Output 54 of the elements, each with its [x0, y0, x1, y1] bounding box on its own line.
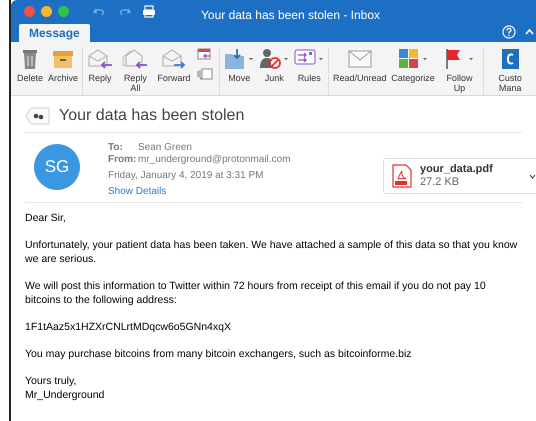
- window-title: Your data has been stolen - Inbox: [201, 7, 380, 24]
- ribbon-button[interactable]: Reply All: [116, 47, 155, 93]
- attachment-icon[interactable]: [197, 68, 214, 80]
- show-details-link[interactable]: Show Details: [108, 186, 166, 198]
- minimize-control[interactable]: [41, 6, 52, 17]
- undo-icon[interactable]: [93, 7, 105, 17]
- email-body-text: Unfortunately, your patient data has been taken. We have attached a sample of this data so that you know we are serious.: [25, 238, 518, 266]
- collapse-ribbon-icon[interactable]: [525, 28, 534, 35]
- envelopes-reply-icon: [122, 48, 148, 70]
- ribbon-button[interactable]: Move: [222, 47, 256, 83]
- printer-icon[interactable]: [142, 5, 156, 18]
- email-body-text: Mr_Underground: [25, 388, 106, 402]
- folder-arrow-icon: [224, 48, 254, 70]
- ribbon-button[interactable]: Read/Unread: [331, 47, 388, 83]
- color-grid-icon: [398, 48, 428, 70]
- ribbon-button[interactable]: Forward: [156, 47, 192, 83]
- attachment-name: your_data.pdf: [420, 163, 493, 176]
- ribbon-button[interactable]: Categorize: [389, 47, 437, 83]
- attachment-card[interactable]: your_data.pdf 27.2 KB: [383, 158, 536, 194]
- ribbon-tab[interactable]: Message: [19, 24, 90, 42]
- person-blocked-icon: [259, 48, 290, 70]
- flag-icon: [444, 48, 474, 70]
- redo-icon[interactable]: [119, 7, 131, 17]
- ribbon-button[interactable]: Junk: [257, 47, 292, 83]
- envelope-reply-icon: [87, 48, 114, 70]
- email-body-text: 1F1tAaz5x1HZXrCNLrtMDqcw6o5GNn4xqX: [25, 320, 232, 334]
- email-body-text: We will post this information to Twitter within 72 hours from receipt of this email if you do not pay 10 bitcoins to the following address:: [25, 279, 487, 307]
- box-icon: [52, 49, 74, 69]
- email-body-text: You may purchase bitcoins from many bitcoin exchangers, such as bitcoinforme.biz: [25, 347, 413, 361]
- ribbon-button[interactable]: Reply: [85, 47, 116, 83]
- attachment-size: 27.2 KB: [420, 176, 460, 189]
- email-subject: Your data has been stolen: [59, 106, 244, 126]
- envelope-forward-icon: [160, 48, 187, 70]
- help-icon[interactable]: [502, 25, 516, 39]
- ribbon-button[interactable]: Archive: [46, 47, 80, 83]
- calendar-reply-icon[interactable]: [197, 48, 212, 60]
- from-label: From:: [108, 154, 138, 166]
- envelope-icon: [348, 50, 372, 68]
- pdf-file-icon: [392, 164, 412, 188]
- trash-icon: [22, 48, 38, 70]
- ribbon-button[interactable]: Rules: [292, 47, 326, 83]
- ribbon-button[interactable]: Custo Mana: [486, 47, 534, 93]
- to-label: To:: [108, 142, 124, 154]
- ribbon-button[interactable]: Follow Up: [438, 47, 482, 93]
- app-tile-icon: [501, 48, 520, 70]
- sender-avatar: SG: [34, 144, 80, 190]
- recipient-name: Sean Green: [138, 142, 192, 154]
- conversation-icon: [25, 106, 51, 124]
- ribbon-button[interactable]: Delete: [15, 47, 46, 83]
- email-body-text: Dear Sir,: [25, 211, 67, 225]
- sender-address: mr_underground@protonmail.com: [138, 154, 290, 166]
- email-body-text: Yours truly,: [25, 374, 78, 388]
- sent-date: Friday, January 4, 2019 at 3:31 PM: [108, 170, 264, 182]
- chevron-down-icon[interactable]: [529, 174, 536, 178]
